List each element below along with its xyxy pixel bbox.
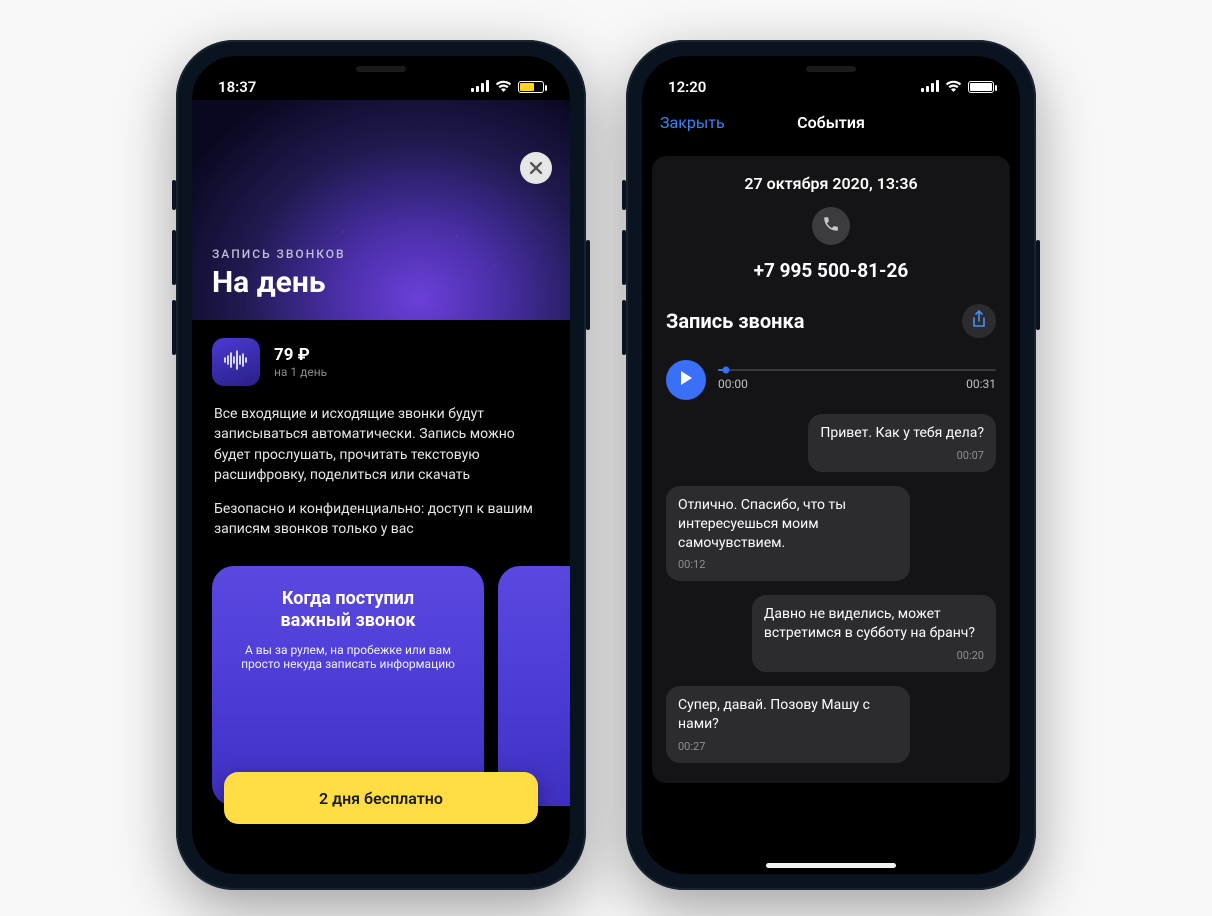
battery-icon	[968, 81, 994, 93]
share-button[interactable]	[962, 304, 996, 338]
cta-button[interactable]: 2 дня бесплатно	[224, 772, 538, 824]
transcript-message: Супер, давай. Позову Машу с нами? 00:27	[666, 686, 996, 763]
message-time: 00:20	[764, 649, 984, 664]
hero-eyebrow: ЗАПИСЬ ЗВОНКОВ	[212, 247, 550, 261]
card-subtitle: Адрес встреч	[520, 643, 570, 657]
recording-title: Запись звонка	[666, 309, 804, 333]
feature-card-2[interactable]: Нуж дет Адрес встреч	[498, 566, 570, 806]
description-paragraph-2: Безопасно и конфиденциально: доступ к ва…	[214, 499, 542, 540]
app-icon	[212, 338, 260, 386]
price-subtitle: на 1 день	[274, 365, 327, 379]
transcript-message: Давно не виделись, может встретимся в су…	[666, 595, 996, 672]
price-value: 79 ₽	[274, 345, 327, 365]
time-total: 00:31	[966, 377, 996, 391]
cellular-icon	[921, 78, 939, 96]
description: Все входящие и исходящие звонки будут за…	[192, 394, 570, 540]
phone-mockup-left: 18:37 ЗАПИСЬ ЗВО	[176, 40, 586, 890]
hero-banner: ЗАПИСЬ ЗВОНКОВ На день	[192, 100, 570, 320]
play-button[interactable]	[666, 360, 706, 400]
cta-label: 2 дня бесплатно	[319, 789, 443, 808]
seek-track[interactable]	[718, 369, 996, 371]
price-row: 79 ₽ на 1 день	[192, 320, 570, 394]
feature-cards[interactable]: Когда поступил важный звонок А вы за рул…	[192, 540, 570, 806]
nav-title: События	[797, 113, 865, 132]
close-icon	[530, 159, 542, 178]
close-button[interactable]	[520, 152, 552, 184]
phone-number: +7 995 500-81-26	[666, 259, 996, 282]
phone-mockup-right: 12:20 Закрыть События 27 октября 202	[626, 40, 1036, 890]
call-type-badge	[812, 207, 850, 245]
close-link[interactable]: Закрыть	[660, 113, 725, 132]
description-paragraph-1: Все входящие и исходящие звонки будут за…	[214, 404, 542, 485]
message-text: Привет. Как у тебя дела?	[820, 424, 984, 443]
card-title-line2: важный звонок	[280, 610, 415, 631]
seek-thumb[interactable]	[723, 367, 730, 374]
card-subtitle: А вы за рулем, на пробежке или вам прост…	[234, 643, 462, 671]
battery-icon	[518, 81, 544, 93]
message-text: Давно не виделись, может встретимся в су…	[764, 605, 984, 643]
status-time: 18:37	[218, 78, 256, 96]
message-text: Супер, давай. Позову Машу с нами?	[678, 696, 898, 734]
event-pane: 27 октября 2020, 13:36 +7 995 500-81-26 …	[652, 156, 1010, 783]
transcript: Привет. Как у тебя дела? 00:07 Отлично. …	[666, 414, 996, 763]
wifi-icon	[945, 78, 962, 96]
wifi-icon	[495, 78, 512, 96]
cellular-icon	[471, 78, 489, 96]
transcript-message: Отлично. Спасибо, что ты интересуешься м…	[666, 486, 996, 582]
message-text: Отлично. Спасибо, что ты интересуешься м…	[678, 496, 898, 553]
time-current: 00:00	[718, 377, 748, 391]
waveform-icon	[223, 350, 249, 374]
play-icon	[679, 370, 693, 390]
phone-icon	[822, 215, 840, 237]
nav-bar: Закрыть События	[642, 100, 1020, 144]
message-time: 00:07	[820, 449, 984, 464]
status-time: 12:20	[668, 78, 706, 96]
card-title-line1: Когда поступил	[282, 588, 414, 609]
call-date: 27 октября 2020, 13:36	[666, 174, 996, 193]
share-icon	[971, 310, 987, 332]
message-time: 00:27	[678, 740, 898, 755]
transcript-message: Привет. Как у тебя дела? 00:07	[666, 414, 996, 472]
audio-player: 00:00 00:31	[666, 360, 996, 400]
home-indicator[interactable]	[766, 863, 896, 868]
hero-title: На день	[212, 265, 550, 300]
feature-card-1[interactable]: Когда поступил важный звонок А вы за рул…	[212, 566, 484, 806]
message-time: 00:12	[678, 558, 898, 573]
